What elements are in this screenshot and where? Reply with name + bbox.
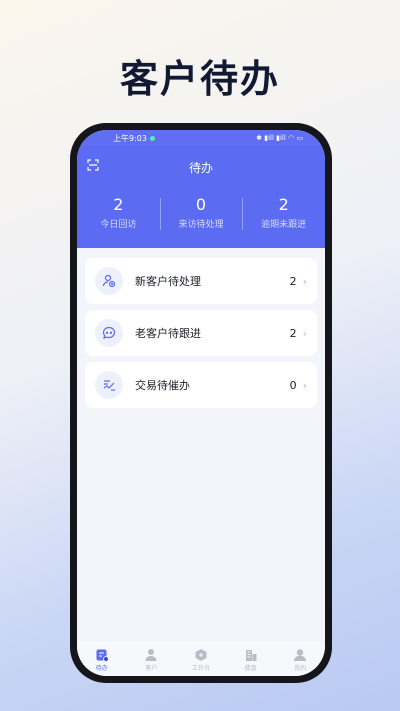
building-icon	[245, 650, 257, 661]
customer-icon	[145, 649, 157, 661]
stat-label: 来访待处理	[178, 220, 224, 230]
notification-dot-icon	[149, 135, 155, 141]
task-count: 0	[289, 378, 297, 392]
todo-icon	[96, 649, 109, 662]
chevron-right-icon: ›	[302, 326, 307, 340]
tab-todo[interactable]: 待办	[82, 648, 122, 672]
stat-label: 今日回访	[100, 220, 137, 230]
task-list: 新客户待处理 2 › 老客户待跟进 2 › 交易待催办 0 ›	[85, 258, 317, 414]
stats-row: 2 今日回访 0 来访待处理 2 逾期未跟进	[77, 196, 325, 230]
task-label: 交易待催办	[135, 379, 190, 392]
chevron-right-icon: ›	[302, 378, 307, 392]
tab-label: 客户	[145, 665, 158, 672]
chevron-right-icon: ›	[302, 274, 307, 288]
page-title: 待办	[188, 161, 213, 175]
stat-overdue[interactable]: 2 逾期未跟进	[242, 196, 325, 230]
task-transactions[interactable]: 交易待催办 0 ›	[85, 362, 317, 408]
tab-label: 我的	[294, 665, 307, 672]
tab-workbench[interactable]: 工作台	[181, 648, 221, 672]
tab-profile[interactable]: 我的	[280, 648, 320, 672]
task-count: 2	[289, 274, 297, 288]
status-bar: 上午9:03 ✱ ▮ill ▮ill ◠ ▭	[77, 130, 325, 146]
stat-value: 0	[195, 195, 207, 214]
phone-frame: 上午9:03 ✱ ▮ill ▮ill ◠ ▭ 待办 2 今日回访 0 来访待处理	[70, 123, 332, 683]
tab-label: 待办	[95, 665, 108, 672]
profile-icon	[294, 649, 307, 661]
stat-visit-pending[interactable]: 0 来访待处理	[159, 195, 243, 230]
stat-value: 2	[113, 195, 124, 214]
workbench-icon	[195, 649, 207, 661]
status-indicators: ✱ ▮ill ▮ill ◠ ▭	[256, 134, 303, 142]
promo-headline: 客户待办	[119, 57, 280, 101]
tab-label: 工作台	[191, 665, 210, 672]
task-label: 新客户待处理	[135, 275, 201, 288]
header: 待办 2 今日回访 0 来访待处理 2 逾期未跟进	[77, 146, 325, 248]
user-add-icon	[95, 267, 123, 295]
task-label: 老客户待跟进	[135, 327, 201, 340]
stat-label: 逾期未跟进	[261, 220, 307, 230]
bottom-tab-bar: 待办 客户 工作台 楼盘 我的	[77, 642, 325, 676]
chat-icon	[95, 319, 123, 347]
stat-value: 2	[278, 195, 289, 214]
app-screen: 上午9:03 ✱ ▮ill ▮ill ◠ ▭ 待办 2 今日回访 0 来访待处理	[77, 130, 325, 676]
task-old-customers[interactable]: 老客户待跟进 2 ›	[85, 310, 317, 356]
tab-building[interactable]: 楼盘	[231, 648, 271, 672]
tab-customer[interactable]: 客户	[131, 648, 171, 672]
task-count: 2	[289, 326, 297, 340]
task-new-customers[interactable]: 新客户待处理 2 ›	[85, 258, 317, 304]
stat-today-revisit[interactable]: 2 今日回访	[77, 195, 160, 231]
transaction-icon	[95, 371, 123, 399]
tab-label: 楼盘	[244, 665, 257, 672]
status-time: 上午9:03	[113, 133, 147, 143]
